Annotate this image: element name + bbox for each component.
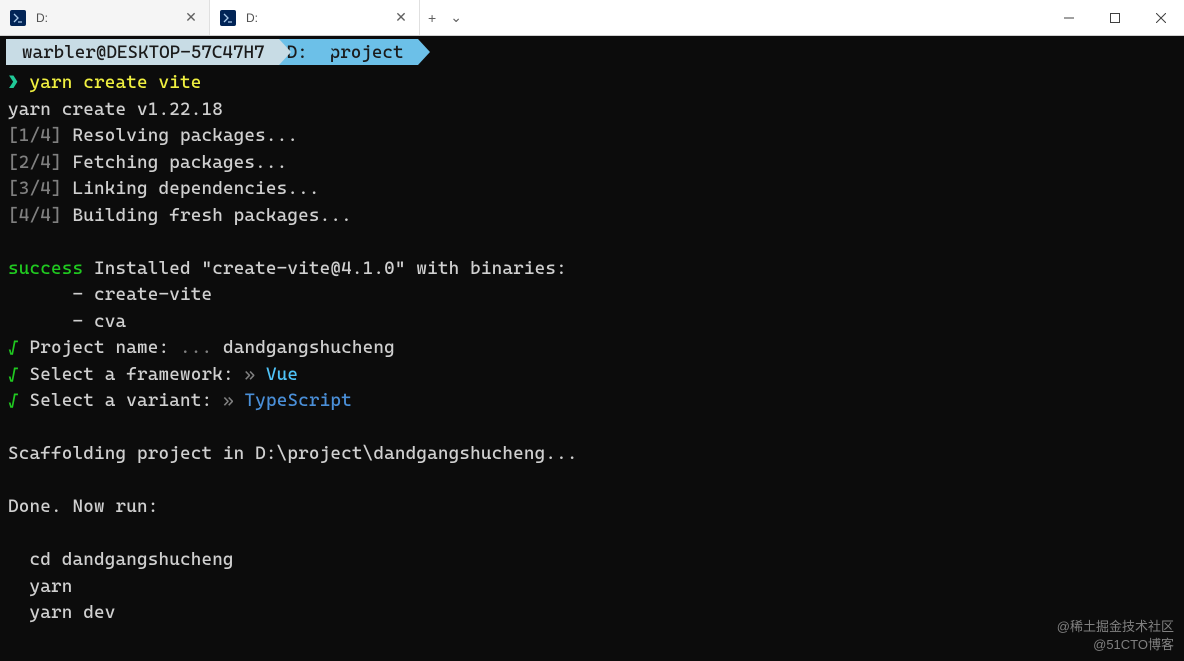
done-text: Done. Now run: [8,496,158,517]
run-cmd: yarn [8,576,72,597]
step-text: Fetching packages... [72,152,287,173]
check-icon: √ [8,337,19,358]
close-icon[interactable]: ✕ [183,10,199,26]
close-button[interactable] [1138,0,1184,35]
maximize-button[interactable] [1092,0,1138,35]
project-name-value: dandgangshucheng [223,337,395,358]
prompt-symbol: ❯ [8,72,19,93]
run-cmd: yarn dev [8,602,115,623]
tab-title: D: [36,11,173,25]
tab-strip: D: ✕ D: ✕ + ⌄ [0,0,1046,35]
check-icon: √ [8,390,19,411]
step-text: Resolving packages... [72,125,298,146]
step-num: [3/4] [8,178,62,199]
window-controls [1046,0,1184,35]
breadcrumb-user: warbler@DESKTOP-57C47H7 [6,39,279,65]
success-label: success [8,258,83,279]
new-tab-button[interactable]: + [428,10,436,26]
watermark-2: @51CTO博客 [1093,634,1174,653]
step-text: Linking dependencies... [72,178,319,199]
framework-label: Select a framework: [19,364,234,385]
step-num: [1/4] [8,125,62,146]
powershell-icon [10,10,26,26]
breadcrumb: warbler@DESKTOP-57C47H7 D: project [0,36,1184,68]
terminal-output[interactable]: ❯ yarn create vite yarn create v1.22.18 … [0,68,1184,629]
step-num: [4/4] [8,205,62,226]
run-cmd: cd dandgangshucheng [8,549,234,570]
watermark-1: @稀土掘金技术社区 [1057,616,1174,635]
version-line: yarn create v1.22.18 [8,99,223,120]
variant-value: TypeScript [244,390,351,411]
success-text: Installed "create-vite@4.1.0" with binar… [83,258,567,279]
minimize-button[interactable] [1046,0,1092,35]
command-text: yarn create vite [30,72,202,93]
step-num: [2/4] [8,152,62,173]
tab-actions: + ⌄ [420,0,470,35]
framework-value: Vue [266,364,298,385]
project-name-label: Project name: [19,337,169,358]
scaffolding-text: Scaffolding project in D:\project\dandga… [8,443,578,464]
tab-dropdown-button[interactable]: ⌄ [450,9,462,26]
arrow-icon: » [234,364,266,385]
check-icon: √ [8,364,19,385]
binary-item: - cva [8,311,126,332]
binary-item: - create-vite [8,284,212,305]
tab-active[interactable]: D: ✕ [210,0,420,35]
variant-label: Select a variant: [19,390,212,411]
powershell-icon [220,10,236,26]
close-icon[interactable]: ✕ [393,10,409,26]
ellipsis: ... [169,337,223,358]
arrow-icon: » [212,390,244,411]
tab-title: D: [246,11,383,25]
tab-inactive[interactable]: D: ✕ [0,0,210,35]
step-text: Building fresh packages... [72,205,351,226]
window-titlebar: D: ✕ D: ✕ + ⌄ [0,0,1184,36]
